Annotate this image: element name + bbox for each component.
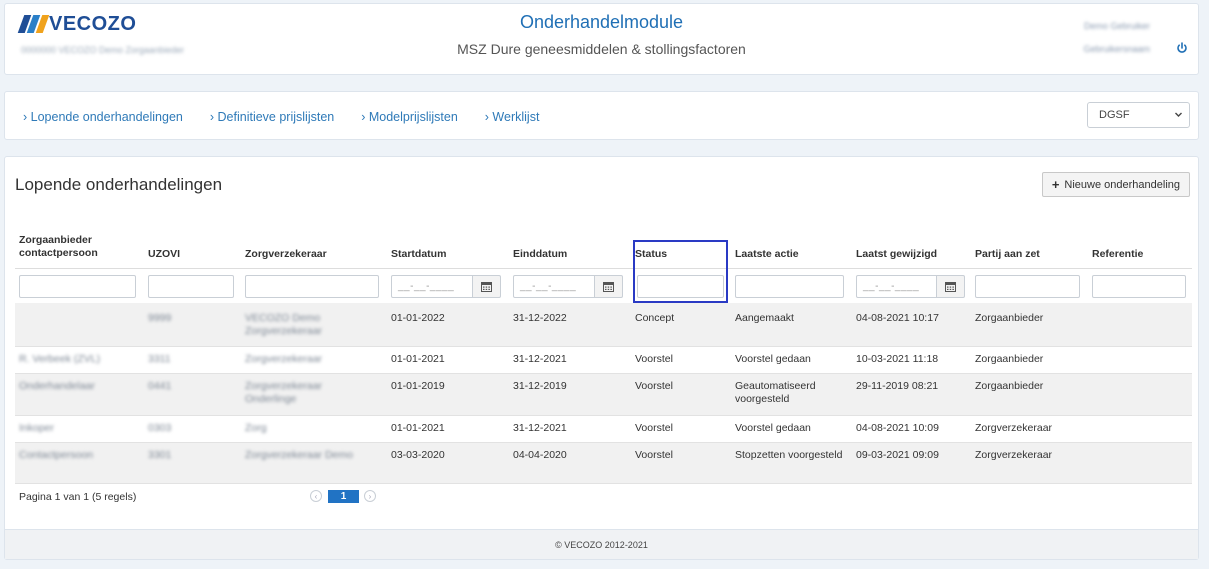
filter-einddatum: __-__-____ — [513, 275, 623, 298]
user-detail: Gebruikersnaam — [1083, 44, 1150, 54]
plus-icon: + — [1051, 177, 1060, 192]
cell-partij-aan-zet: Zorgverzekeraar — [975, 449, 1053, 461]
column-header-referentie[interactable]: Referentie — [1092, 248, 1143, 261]
filter-laatst-gewijzigd-input[interactable]: __-__-____ — [856, 275, 937, 298]
column-header-einddatum[interactable]: Einddatum — [513, 248, 567, 261]
cell-laatste-actie: Voorstel gedaan — [735, 353, 811, 365]
cell-startdatum: 01-01-2019 — [391, 380, 445, 392]
cell-laatst-gewijzigd: 29-11-2019 08:21 — [856, 380, 939, 392]
cell-laatst-gewijzigd: 10-03-2021 11:18 — [856, 353, 939, 365]
filter-einddatum-input[interactable]: __-__-____ — [513, 275, 595, 298]
main-navigation: › Lopende onderhandelingen › Definitieve… — [4, 91, 1199, 140]
cell-zorgverzekeraar: VECOZO Demo Zorgverzekeraar — [245, 312, 323, 337]
calendar-icon — [945, 282, 956, 292]
laatst-gewijzigd-calendar-button[interactable] — [937, 275, 965, 298]
cell-einddatum: 31-12-2021 — [513, 353, 567, 365]
negotiations-panel: Lopende onderhandelingen + Nieuwe onderh… — [4, 156, 1199, 560]
nav-lopende-onderhandelingen[interactable]: › Lopende onderhandelingen — [23, 110, 183, 124]
row-divider — [15, 483, 1192, 484]
status-column-highlight — [633, 240, 728, 303]
cell-startdatum: 01-01-2021 — [391, 422, 445, 434]
cell-status: Voorstel — [635, 353, 673, 365]
cell-contactpersoon: Onderhandelaar — [19, 380, 95, 392]
calendar-icon — [603, 282, 614, 292]
cell-zorgverzekeraar: Zorgverzekeraar Onderlinge — [245, 380, 323, 405]
nav-modelprijslijsten[interactable]: › Modelprijslijsten — [361, 110, 458, 124]
page-title: Lopende onderhandelingen — [15, 175, 223, 194]
column-header-laatst-gewijzigd[interactable]: Laatst gewijzigd — [856, 248, 937, 261]
filter-laatste-actie[interactable] — [735, 275, 844, 298]
cell-uzovi: 0303 — [148, 422, 172, 434]
cell-einddatum: 31-12-2022 — [513, 312, 567, 324]
power-icon[interactable] — [1176, 42, 1188, 54]
cell-uzovi: 3301 — [148, 449, 172, 461]
column-header-partij-aan-zet[interactable]: Partij aan zet — [975, 248, 1040, 261]
filter-referentie[interactable] — [1092, 275, 1186, 298]
cell-einddatum: 04-04-2020 — [513, 449, 567, 461]
module-select-value: DGSF — [1099, 109, 1130, 121]
cell-einddatum: 31-12-2021 — [513, 422, 567, 434]
column-header-contactpersoon[interactable]: Zorgaanbieder contactpersoon — [19, 234, 129, 260]
user-name: Demo Gebruiker — [1083, 21, 1150, 31]
filter-contactpersoon[interactable] — [19, 275, 136, 298]
nav-definitieve-prijslijsten[interactable]: › Definitieve prijslijsten — [210, 110, 334, 124]
cell-uzovi: 0441 — [148, 380, 172, 392]
cell-partij-aan-zet: Zorgaanbieder — [975, 312, 1044, 324]
cell-partij-aan-zet: Zorgaanbieder — [975, 353, 1044, 365]
cell-laatst-gewijzigd: 04-08-2021 10:17 — [856, 312, 939, 324]
footer: © VECOZO 2012-2021 — [5, 529, 1198, 559]
cell-uzovi: 3311 — [148, 353, 171, 365]
cell-contactpersoon: Contactpersoon — [19, 449, 94, 461]
cell-laatst-gewijzigd: 09-03-2021 09:09 — [856, 449, 939, 461]
app-subtitle: MSZ Dure geneesmiddelen & stollingsfacto… — [457, 41, 746, 57]
cell-uzovi: 9999 — [148, 312, 172, 324]
cell-status: Voorstel — [635, 449, 673, 461]
page-number-button[interactable]: 1 — [328, 490, 359, 503]
header: VECOZO 0000000 VECOZO Demo Zorgaanbieder… — [4, 3, 1199, 75]
einddatum-calendar-button[interactable] — [595, 275, 623, 298]
cell-laatste-actie: Geautomatiseerd voorgesteld — [735, 380, 816, 405]
cell-startdatum: 01-01-2021 — [391, 353, 445, 365]
cell-zorgverzekeraar: Zorg — [245, 422, 267, 434]
cell-status: Voorstel — [635, 422, 673, 434]
cell-einddatum: 31-12-2019 — [513, 380, 567, 392]
filter-startdatum-input[interactable]: __-__-____ — [391, 275, 473, 298]
cell-startdatum: 03-03-2020 — [391, 449, 445, 461]
nav-werklijst[interactable]: › Werklijst — [485, 110, 540, 124]
cell-status: Concept — [635, 312, 675, 324]
chevron-right-icon[interactable]: › — [364, 490, 376, 502]
cell-status: Voorstel — [635, 380, 673, 392]
cell-zorgverzekeraar: Zorgverzekeraar — [245, 353, 323, 365]
column-header-startdatum[interactable]: Startdatum — [391, 248, 446, 261]
app-title: Onderhandelmodule — [519, 12, 684, 32]
filter-laatst-gewijzigd: __-__-____ — [856, 275, 965, 298]
cell-contactpersoon: R. Verbeek (ZVL) — [19, 353, 101, 365]
chevron-down-icon — [1175, 112, 1182, 117]
cell-laatste-actie: Stopzetten voorgesteld — [735, 449, 843, 461]
chevron-left-icon[interactable]: ‹ — [310, 490, 322, 502]
cell-partij-aan-zet: Zorgverzekeraar — [975, 422, 1053, 434]
startdatum-calendar-button[interactable] — [473, 275, 501, 298]
new-negotiation-label: Nieuwe onderhandeling — [1064, 178, 1180, 191]
pager-summary: Pagina 1 van 1 (5 regels) — [19, 491, 137, 503]
cell-laatst-gewijzigd: 04-08-2021 10:09 — [856, 422, 939, 434]
cell-laatste-actie: Aangemaakt — [735, 312, 794, 324]
new-negotiation-button[interactable]: + Nieuwe onderhandeling — [1041, 172, 1190, 197]
module-select[interactable]: DGSF — [1087, 102, 1190, 128]
cell-laatste-actie: Voorstel gedaan — [735, 422, 811, 434]
column-header-uzovi[interactable]: UZOVI — [148, 248, 180, 261]
filter-partij-aan-zet[interactable] — [975, 275, 1080, 298]
filter-startdatum: __-__-____ — [391, 275, 501, 298]
cell-zorgverzekeraar: Zorgverzekeraar Demo — [245, 449, 353, 461]
filter-zorgverzekeraar[interactable] — [245, 275, 379, 298]
cell-partij-aan-zet: Zorgaanbieder — [975, 380, 1044, 392]
header-divider — [15, 268, 1192, 269]
filter-uzovi[interactable] — [148, 275, 234, 298]
cell-contactpersoon: Inkoper — [19, 422, 55, 434]
calendar-icon — [481, 282, 492, 292]
column-header-zorgverzekeraar[interactable]: Zorgverzekeraar — [245, 248, 327, 261]
cell-startdatum: 01-01-2022 — [391, 312, 445, 324]
column-header-laatste-actie[interactable]: Laatste actie — [735, 248, 799, 261]
